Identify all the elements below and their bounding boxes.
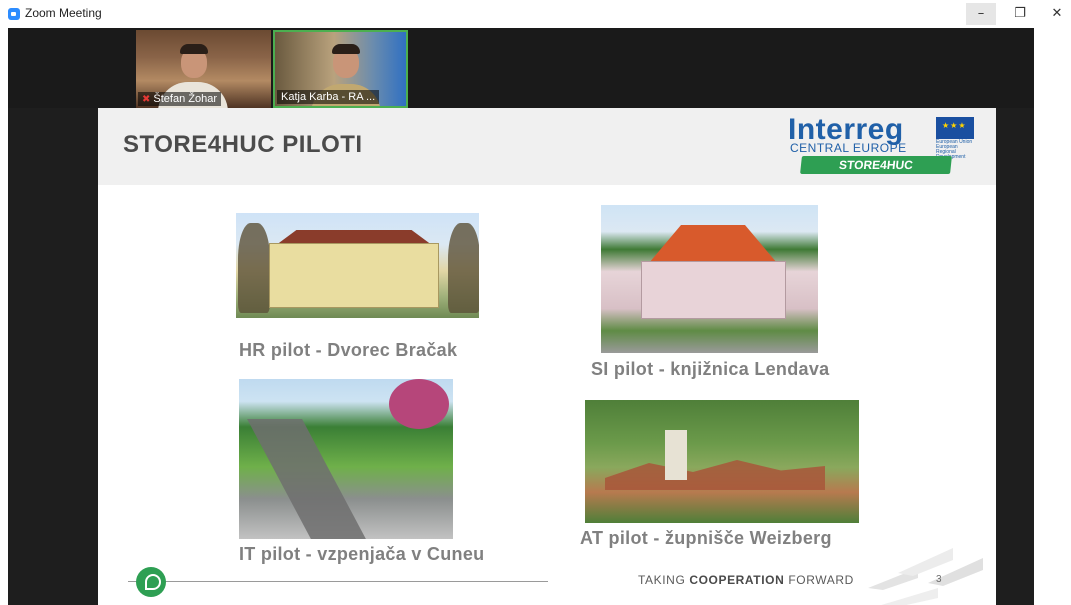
store4huc-badge: STORE4HUC — [800, 156, 952, 174]
footer-tagline: TAKING COOPERATION FORWARD — [638, 573, 854, 587]
participant-name: Štefan Žohar — [153, 93, 217, 105]
at-pilot-photo — [585, 400, 859, 523]
footer-divider — [128, 581, 548, 582]
minimize-button[interactable]: – — [966, 3, 996, 25]
hr-pilot-caption: HR pilot - Dvorec Bračak — [239, 340, 458, 360]
restore-button[interactable]: ❐ — [1005, 3, 1035, 25]
tagline-bold: COOPERATION — [689, 573, 785, 587]
participant-gallery: ✖ Štefan Žohar Katja Karba - RA ... — [8, 28, 1034, 108]
close-button[interactable]: ✕ — [1042, 3, 1071, 25]
slide-title: STORE4HUC PILOTI — [123, 131, 363, 158]
mic-muted-icon: ✖ — [142, 94, 151, 105]
tagline-suffix: FORWARD — [784, 573, 854, 587]
it-pilot-caption: IT pilot - vzpenjača v Cuneu — [239, 544, 485, 564]
active-speaker-video-tile[interactable]: Katja Karba - RA ... — [273, 30, 408, 108]
tree-shape — [238, 223, 270, 313]
eu-fund-text: European Union European Regional Develop… — [936, 139, 973, 165]
tree-shape — [389, 379, 449, 429]
decorative-arrows-icon — [868, 548, 983, 605]
shared-screen-slide: STORE4HUC PILOTI Interreg European Union… — [98, 108, 996, 605]
funicular-rail-shape — [247, 419, 366, 539]
central-europe-text: CENTRAL EUROPE — [790, 141, 907, 155]
participant-hair — [180, 44, 208, 54]
slide-page-number: 3 — [936, 574, 942, 585]
it-pilot-photo — [239, 379, 453, 539]
building-shape — [641, 261, 786, 319]
participant-name-label: ✖ Štefan Žohar — [138, 92, 221, 106]
participant-hair — [332, 44, 360, 54]
eu-flag-icon — [936, 117, 974, 139]
church-tower-shape — [665, 430, 687, 480]
participant-name: Katja Karba - RA ... — [281, 91, 376, 103]
hr-pilot-photo — [236, 213, 479, 318]
si-pilot-caption: SI pilot - knjižnica Lendava — [591, 359, 830, 379]
roofs-shape — [605, 460, 825, 490]
building-shape — [269, 243, 439, 308]
window-title: Zoom Meeting — [25, 6, 102, 20]
participant-video-tile[interactable]: ✖ Štefan Žohar — [136, 30, 271, 108]
tree-shape — [448, 223, 479, 313]
participant-name-label: Katja Karba - RA ... — [277, 90, 380, 104]
leaf-logo-icon — [136, 567, 166, 597]
tagline-prefix: TAKING — [638, 573, 690, 587]
window-titlebar: Zoom Meeting – ❐ ✕ — [0, 0, 1071, 28]
slide-header: STORE4HUC PILOTI Interreg European Union… — [98, 108, 996, 185]
zoom-app-icon — [8, 8, 20, 20]
roof-shape — [649, 225, 777, 263]
si-pilot-photo — [601, 205, 818, 353]
meeting-area: ✖ Štefan Žohar Katja Karba - RA ... STORE… — [8, 28, 1034, 605]
at-pilot-caption: AT pilot - župnišče Weizberg — [580, 528, 832, 548]
